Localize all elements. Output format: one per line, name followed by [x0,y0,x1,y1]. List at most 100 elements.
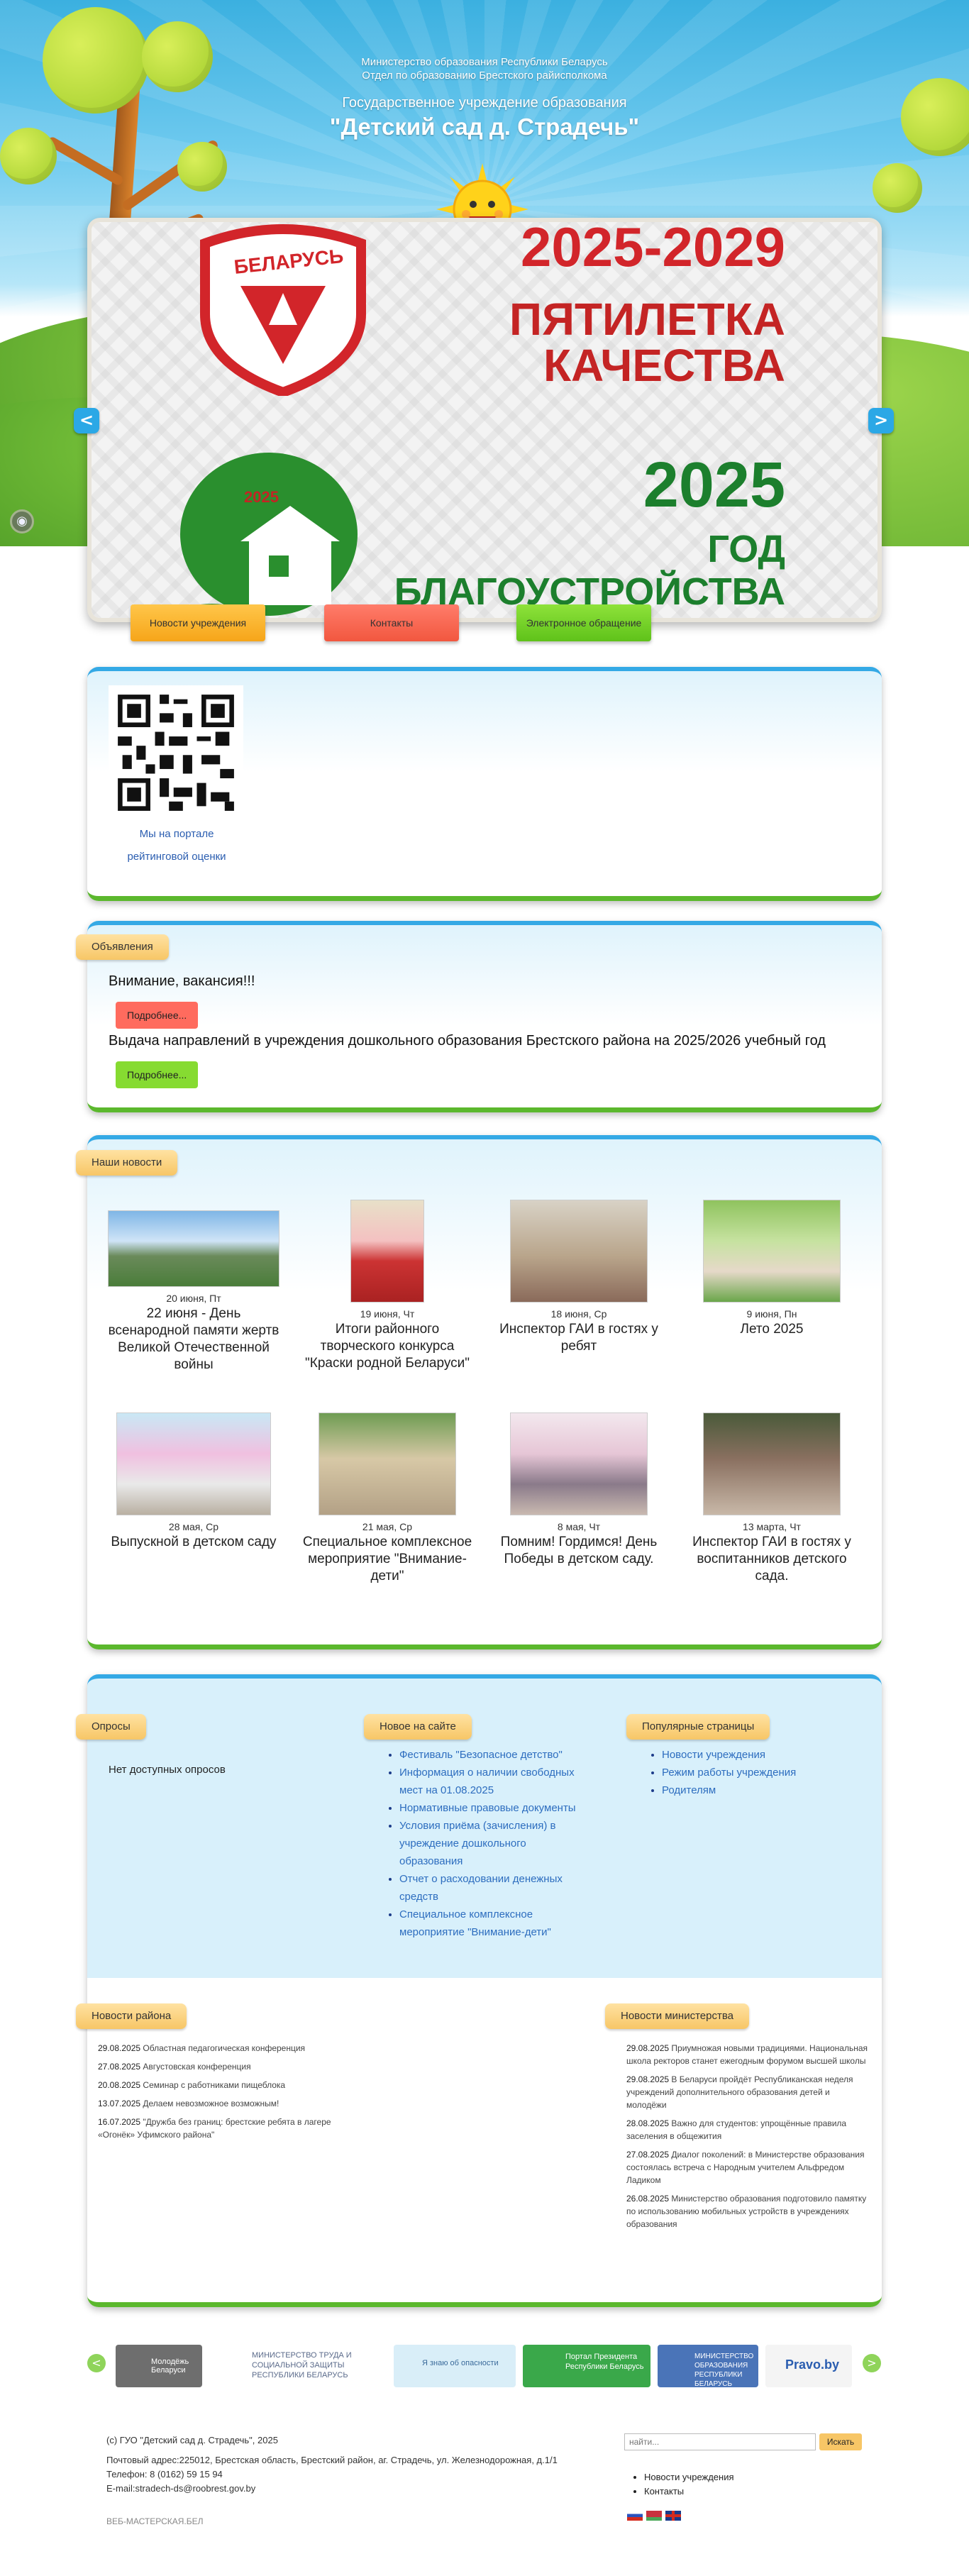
new-on-site-link[interactable]: Фестиваль "Безопасное детство" [399,1746,577,1764]
news-title[interactable]: Лето 2025 [683,1321,860,1338]
news-title[interactable]: Помним! Гордимся! День Победы в детском … [490,1534,668,1568]
district-news-date: 20.08.2025 [98,2080,141,2090]
footer-links: Новости учреждения Контакты [644,2470,734,2499]
district-news-item[interactable]: 20.08.2025 Семинар с работниками пищебло… [98,2079,332,2091]
district-news-text[interactable]: Семинар с работниками пищеблока [143,2080,285,2090]
slider-next-button[interactable]: > [868,408,894,433]
district-news-date: 27.08.2025 [98,2062,141,2072]
ministry-news-list: 29.08.2025 Приумножая новыми традициями.… [626,2042,868,2236]
announcement-more-button[interactable]: Подробнее... [116,1061,199,1088]
news-photo[interactable] [350,1200,424,1303]
news-item[interactable]: 8 мая, Чт Помним! Гордимся! День Победы … [490,1413,668,1568]
ministry-news-date: 26.08.2025 [626,2194,670,2204]
institution-type: Государственное учреждение образования [342,95,627,111]
by-flag-icon[interactable] [646,2511,663,2521]
banner-slider[interactable]: БЕЛАРУСЬ 2025-2029 ПЯТИЛЕТКА КАЧЕСТВА 20… [87,218,882,622]
slide-line1: ПЯТИЛЕТКА [509,294,785,345]
ministry-news-item[interactable]: 26.08.2025 Министерство образования подг… [626,2192,868,2230]
news-photo[interactable] [510,1413,648,1515]
new-on-site-link[interactable]: Условия приёма (зачисления) в учреждение… [399,1817,577,1870]
announcements-tag: Объявления [76,934,169,960]
rating-link-line1[interactable]: Мы на портале [113,823,240,846]
news-photo[interactable] [703,1413,841,1515]
news-photo[interactable] [319,1413,456,1515]
ministry-news-item[interactable]: 28.08.2025 Важно для студентов: упрощённ… [626,2117,868,2143]
ministry-news-item[interactable]: 27.08.2025 Диалог поколений: в Министерс… [626,2148,868,2187]
popular-page-link[interactable]: Режим работы учреждения [662,1764,839,1781]
news-title[interactable]: Итоги районного творческого конкурса "Кр… [299,1321,476,1372]
news-photo[interactable] [108,1210,279,1287]
footer-phone: Телефон: 8 (0162) 59 15 94 [106,2469,223,2480]
footer-link[interactable]: Контакты [644,2484,734,2499]
partner-logo-youth[interactable]: Молодёжь Беларуси [116,2345,202,2387]
footer-developer-link[interactable]: ВЕБ-МАСТЕРСКАЯ.БЕЛ [106,2514,603,2528]
news-panel: Наши новости 20 июня, Пт 22 июня - День … [76,1135,882,1649]
ministry-name: Министерство образования Республики Бела… [361,56,608,68]
popular-page-link[interactable]: Родителям [662,1781,839,1799]
new-on-site-list: Фестиваль "Безопасное детство" Информаци… [385,1746,577,1941]
district-news-item[interactable]: 29.08.2025 Областная педагогическая конф… [98,2042,332,2055]
en-flag-icon[interactable] [665,2511,682,2521]
rating-portal-link[interactable]: Мы на портале рейтинговой оценки [113,823,240,868]
announcements-panel: Объявления Внимание, вакансия!!! Подробн… [76,921,882,1112]
district-news-text[interactable]: Августовская конференция [143,2062,250,2072]
news-title[interactable]: Специальное комплексное мероприятие "Вни… [299,1534,476,1585]
announcement-more-button[interactable]: Подробнее... [116,1002,199,1029]
new-on-site-link[interactable]: Отчет о расходовании денежных средств [399,1870,577,1906]
popular-page-link[interactable]: Новости учреждения [662,1746,839,1764]
news-date: 28 мая, Ср [168,1521,219,1532]
news-photo[interactable] [116,1413,271,1515]
news-photo[interactable] [703,1200,841,1303]
department-name: Отдел по образованию Брестского райиспол… [362,70,607,82]
partners-prev-button[interactable]: < [87,2354,106,2372]
search-input[interactable] [624,2433,816,2450]
rating-link-line2[interactable]: рейтинговой оценки [113,846,240,868]
qr-code-icon[interactable] [109,685,243,820]
news-item[interactable]: 20 июня, Пт 22 июня - День всенародной п… [105,1210,282,1373]
slide-line2: КАЧЕСТВА [543,340,785,391]
new-on-site-link[interactable]: Специальное комплексное мероприятие "Вни… [399,1906,577,1941]
ministry-news-date: 29.08.2025 [626,2074,670,2084]
news-title[interactable]: Инспектор ГАИ в гостях у воспитанников д… [683,1534,860,1585]
district-news-item[interactable]: 13.07.2025 Делаем невозможное возможным! [98,2097,332,2110]
nav-appeal-button[interactable]: Электронное обращение [516,604,651,641]
news-title[interactable]: Выпускной в детском саду [105,1534,282,1551]
district-news-item[interactable]: 16.07.2025 "Дружба без границ: брестские… [98,2116,332,2141]
news-item[interactable]: 13 марта, Чт Инспектор ГАИ в гостях у во… [683,1413,860,1585]
announcement-title[interactable]: Выдача направлений в учреждения дошкольн… [109,1033,826,1049]
partner-logo-labour[interactable]: МИНИСТЕРСТВО ТРУДА И СОЦИАЛЬНОЙ ЗАЩИТЫ Р… [209,2345,387,2387]
news-item[interactable]: 18 июня, Ср Инспектор ГАИ в гостях у реб… [490,1200,668,1355]
news-date: 20 июня, Пт [166,1293,221,1304]
partners-next-button[interactable]: > [863,2354,881,2372]
news-date: 9 июня, Пн [746,1308,797,1320]
district-news-item[interactable]: 27.08.2025 Августовская конференция [98,2060,332,2073]
announcement-title[interactable]: Внимание, вакансия!!! [109,973,255,990]
news-title[interactable]: Инспектор ГАИ в гостях у ребят [490,1321,668,1355]
news-photo[interactable] [510,1200,648,1303]
partner-logo-safety[interactable]: Я знаю об опасности [394,2345,516,2387]
news-title[interactable]: 22 июня - День всенародной памяти жертв … [105,1305,282,1373]
news-item[interactable]: 21 мая, Ср Специальное комплексное мероп… [299,1413,476,1585]
ru-flag-icon[interactable] [627,2511,643,2521]
news-item[interactable]: 9 июня, Пн Лето 2025 [683,1200,860,1338]
news-item[interactable]: 19 июня, Чт Итоги районного творческого … [299,1200,476,1372]
partner-logo-president[interactable]: Портал Президента Республики Беларусь [523,2345,650,2387]
site-title[interactable]: "Детский сад д. Страдечь" [0,114,969,140]
news-item[interactable]: 28 мая, Ср Выпускной в детском саду [105,1413,282,1551]
new-on-site-link[interactable]: Информация о наличии свободных мест на 0… [399,1764,577,1799]
partner-logo-pravo[interactable]: Pravo.by [765,2345,852,2387]
new-on-site-link[interactable]: Нормативные правовые документы [399,1799,577,1817]
footer-link[interactable]: Новости учреждения [644,2470,734,2484]
district-news-text[interactable]: Делаем невозможное возможным! [143,2099,279,2108]
accessibility-icon[interactable]: ◉ [10,509,34,534]
slider-prev-button[interactable]: < [74,408,99,433]
search-button[interactable]: Искать [819,2433,862,2450]
ministry-news-item[interactable]: 29.08.2025 В Беларуси пройдёт Республика… [626,2073,868,2111]
district-news-date: 29.08.2025 [98,2043,141,2053]
district-news-text[interactable]: Областная педагогическая конференция [143,2043,305,2053]
ministry-news-item[interactable]: 29.08.2025 Приумножая новыми традициями.… [626,2042,868,2067]
nav-contacts-button[interactable]: Контакты [324,604,459,641]
news-date: 19 июня, Чт [360,1308,415,1320]
nav-news-button[interactable]: Новости учреждения [131,604,265,641]
partner-logo-education[interactable]: МИНИСТЕРСТВО ОБРАЗОВАНИЯ РЕСПУБЛИКИ БЕЛА… [658,2345,758,2387]
